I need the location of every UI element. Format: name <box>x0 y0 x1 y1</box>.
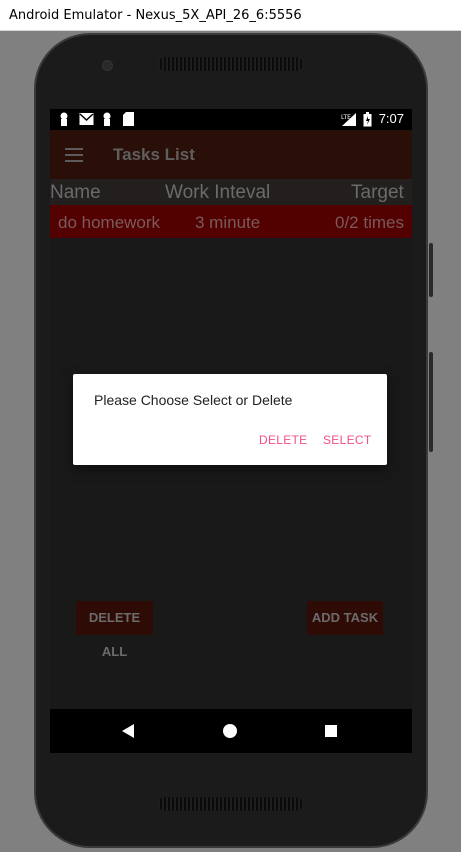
delete-all-button[interactable]: DELETE ALL <box>76 601 153 659</box>
recents-icon[interactable] <box>325 725 337 737</box>
battery-icon <box>363 112 372 127</box>
app-toolbar: Tasks List <box>50 130 412 179</box>
sd-card-icon <box>123 112 134 126</box>
device-screen: LTE 7:07 Tasks List Name Work Inteval Ta… <box>50 109 412 753</box>
notification-icon <box>103 112 111 126</box>
lte-signal-icon: LTE <box>341 113 356 126</box>
network-label: LTE <box>341 114 351 121</box>
table-row[interactable]: do homework 3 minute 0/2 times <box>50 205 412 238</box>
power-button[interactable] <box>429 243 433 297</box>
delete-button[interactable]: DELETE <box>259 433 307 447</box>
select-button[interactable]: SELECT <box>323 433 371 447</box>
window-title: Android Emulator - Nexus_5X_API_26_6:555… <box>9 8 302 23</box>
column-header-target: Target <box>351 182 404 203</box>
status-bar: LTE 7:07 <box>50 109 412 130</box>
task-target: 0/2 times <box>335 213 404 232</box>
task-name: do homework <box>58 213 161 232</box>
add-task-button[interactable]: ADD TASK <box>307 601 383 635</box>
back-icon[interactable] <box>122 724 134 738</box>
hamburger-menu-icon[interactable] <box>65 148 83 162</box>
task-interval: 3 minute <box>195 213 261 232</box>
dialog-message: Please Choose Select or Delete <box>94 392 293 408</box>
column-header-interval: Work Inteval <box>165 182 271 203</box>
navigation-bar <box>50 709 412 753</box>
mail-icon <box>79 113 94 125</box>
bottom-speaker <box>158 797 303 811</box>
emulator-title-bar: Android Emulator - Nexus_5X_API_26_6:555… <box>0 0 461 31</box>
home-icon[interactable] <box>223 724 237 738</box>
table-header: Name Work Inteval Target <box>50 179 412 205</box>
top-speaker <box>158 57 303 71</box>
front-camera <box>102 60 113 71</box>
notification-icon <box>60 112 68 126</box>
status-time: 7:07 <box>378 111 404 126</box>
choice-dialog: Please Choose Select or Delete DELETE SE… <box>73 374 387 465</box>
toolbar-title: Tasks List <box>113 145 195 164</box>
column-header-name: Name <box>50 182 101 203</box>
volume-button[interactable] <box>429 352 433 452</box>
